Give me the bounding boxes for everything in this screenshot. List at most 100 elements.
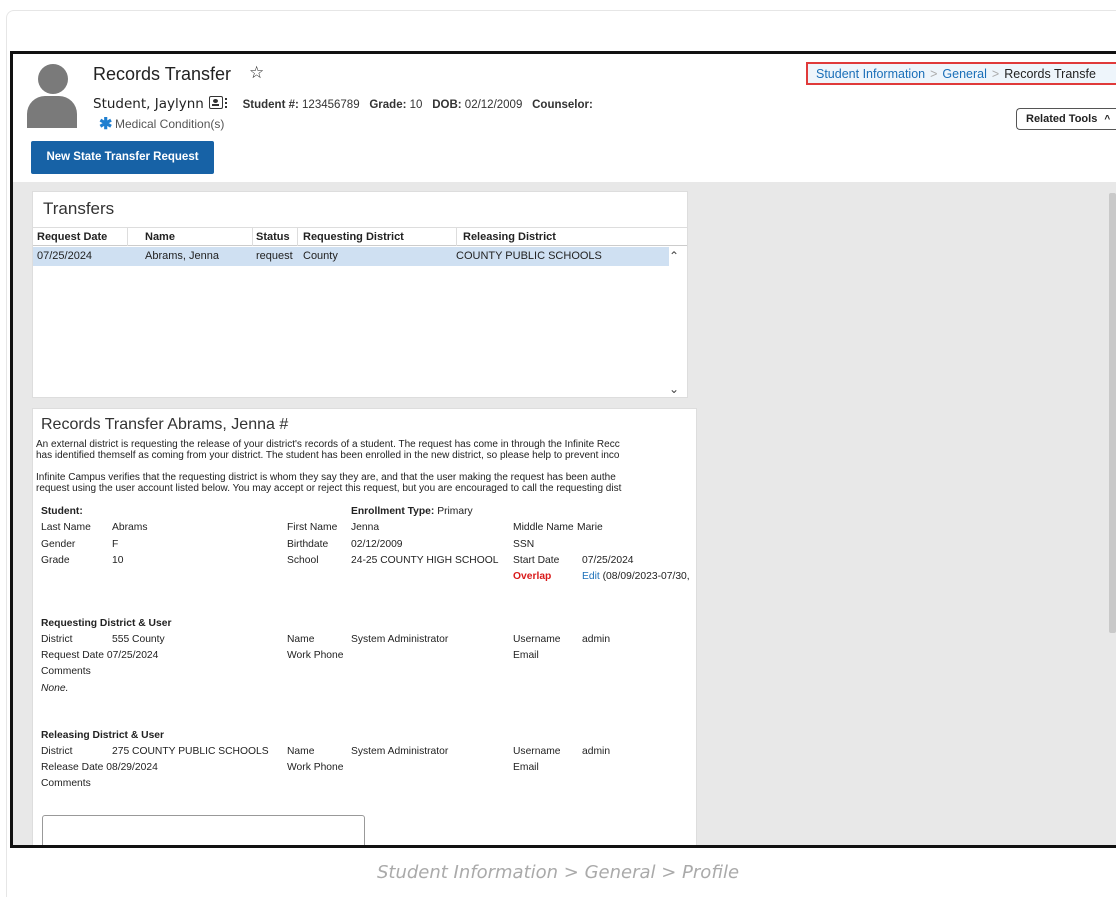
col-status[interactable]: Status — [256, 231, 290, 243]
col-requesting-district[interactable]: Requesting District — [303, 231, 404, 243]
page-title: Records Transfer — [93, 64, 232, 84]
screenshot-caption: Student Information > General > Profile — [376, 862, 740, 883]
intro-line: An external district is requesting the r… — [36, 439, 620, 450]
req-district-value: 555 County — [112, 634, 165, 645]
new-state-transfer-request-button[interactable]: New State Transfer Request — [31, 141, 214, 174]
cell-requesting-district: County — [303, 250, 338, 262]
student-heading: Student: — [41, 506, 83, 517]
request-date-label: Request Date — [41, 650, 104, 661]
req-name-value: System Administrator — [351, 634, 449, 645]
chevron-down-icon[interactable]: ⌄ — [669, 382, 679, 396]
rel-username-label: Username — [513, 746, 561, 757]
first-name-label: First Name — [287, 522, 338, 533]
cell-name: Abrams, Jenna — [145, 250, 219, 262]
dob-value: 02/12/2009 — [464, 99, 523, 111]
grade-label: Grade — [41, 555, 70, 566]
middle-name-label: Middle Name — [513, 522, 574, 533]
comments-textarea[interactable] — [42, 815, 365, 845]
birthdate-value: 02/12/2009 — [351, 539, 403, 550]
chevron-up-icon[interactable]: ⌃ — [669, 249, 679, 263]
last-name-value: Abrams — [112, 522, 148, 533]
grade-value: 10 — [112, 555, 124, 566]
rel-email-label: Email — [513, 762, 539, 773]
gender-value: F — [112, 539, 119, 550]
cell-status: request — [256, 250, 293, 262]
rel-name-label: Name — [287, 746, 315, 757]
col-name[interactable]: Name — [145, 231, 175, 243]
enrollment-type-label: Enrollment Type: — [351, 506, 435, 517]
col-request-date[interactable]: Request Date — [37, 231, 107, 243]
req-username-label: Username — [513, 634, 561, 645]
rel-username-value: admin — [582, 746, 611, 757]
request-date-value: 07/25/2024 — [106, 650, 159, 661]
card-dots-icon — [224, 98, 227, 108]
requesting-heading: Requesting District & User — [41, 618, 172, 629]
related-tools-label: Related Tools — [1026, 113, 1098, 125]
cell-releasing-district: COUNTY PUBLIC SCHOOLS — [456, 250, 602, 262]
req-comments-value: None. — [41, 683, 69, 694]
release-date-label: Release Date — [41, 762, 104, 773]
birthdate-label: Birthdate — [287, 539, 329, 550]
release-date: Release Date 08/29/2024 — [41, 762, 158, 773]
related-tools-button[interactable]: Related Tools ^ — [1016, 108, 1116, 130]
breadcrumb: Student Information > General > Records Tran… — [806, 62, 1116, 85]
contact-card-icon[interactable] — [208, 96, 223, 109]
release-date-value: 08/29/2024 — [106, 762, 158, 773]
grade-label: Grade: — [369, 99, 407, 111]
last-name-label: Last Name — [41, 522, 91, 533]
req-username-value: admin — [582, 634, 611, 645]
breadcrumb-general[interactable]: General — [942, 67, 986, 81]
star-icon[interactable]: ☆ — [249, 63, 264, 83]
dob-label: DOB: — [432, 99, 462, 111]
school-value: 24-25 COUNTY HIGH SCHOOL — [351, 555, 499, 566]
records-transfer-panel: Records Transfer Abrams, Jenna # An exte… — [32, 408, 697, 845]
transfers-title: Transfers — [43, 199, 115, 218]
grade-value: 10 — [409, 99, 423, 111]
start-date-value: 07/25/2024 — [582, 555, 634, 566]
rel-work-phone-label: Work Phone — [287, 762, 344, 773]
asterisk-icon: ✱ — [99, 116, 113, 133]
rel-name-value: System Administrator — [351, 746, 449, 757]
request-date: Request Date 07/25/2024 — [41, 650, 158, 661]
table-row[interactable]: 07/25/2024 Abrams, Jenna request County … — [33, 247, 669, 266]
transfers-table-header: Request Date Name Status Requesting Dist… — [33, 227, 687, 246]
enrollment-type-value: Primary — [437, 506, 473, 517]
medical-condition-label: Medical Condition(s) — [115, 117, 225, 131]
student-num: 123456789 — [302, 99, 360, 111]
req-comments-label: Comments — [41, 666, 91, 677]
medical-condition-link[interactable]: ✱ Medical Condition(s) — [99, 116, 225, 133]
req-email-label: Email — [513, 650, 539, 661]
student-name: Student, Jaylynn — [93, 96, 204, 112]
breadcrumb-current: Records Transfe — [1004, 67, 1096, 81]
chevron-up-icon: ^ — [1104, 114, 1111, 125]
edit-range: Edit (08/09/2023-07/30, — [582, 571, 690, 582]
rel-comments-label: Comments — [41, 778, 91, 789]
col-releasing-district[interactable]: Releasing District — [463, 231, 556, 243]
releasing-heading: Releasing District & User — [41, 730, 165, 741]
edit-range-value: (08/09/2023-07/30, — [602, 571, 690, 582]
middle-name-value: Marie — [577, 522, 603, 533]
rel-district-label: District — [41, 746, 73, 757]
student-info: Student, Jaylynn Student #: 123456789 Gr… — [93, 96, 593, 112]
start-date-label: Start Date — [513, 555, 560, 566]
edit-link[interactable]: Edit — [582, 571, 600, 582]
breadcrumb-separator: > — [930, 67, 938, 81]
transfers-panel: Transfers Request Date Name Status Reque… — [32, 191, 688, 398]
first-name-value: Jenna — [351, 522, 380, 533]
breadcrumb-separator: > — [991, 67, 1000, 81]
overlap-warning: Overlap — [513, 571, 552, 582]
req-name-label: Name — [287, 634, 315, 645]
avatar — [27, 64, 77, 128]
page-scrollbar[interactable] — [1109, 193, 1116, 633]
enrollment-type: Enrollment Type: Primary — [351, 506, 473, 517]
intro-line: has identified themself as coming from y… — [36, 450, 620, 461]
counselor-label: Counselor: — [532, 99, 593, 111]
verify-line: request using the user account listed be… — [36, 483, 622, 494]
records-title: Records Transfer Abrams, Jenna # — [41, 416, 289, 433]
breadcrumb-student-information[interactable]: Student Information — [816, 67, 925, 81]
ssn-label: SSN — [513, 539, 535, 550]
gender-label: Gender — [41, 539, 76, 550]
rel-district-value: 275 COUNTY PUBLIC SCHOOLS — [112, 746, 269, 757]
verify-line: Infinite Campus verifies that the reques… — [36, 472, 616, 483]
req-district-label: District — [41, 634, 73, 645]
